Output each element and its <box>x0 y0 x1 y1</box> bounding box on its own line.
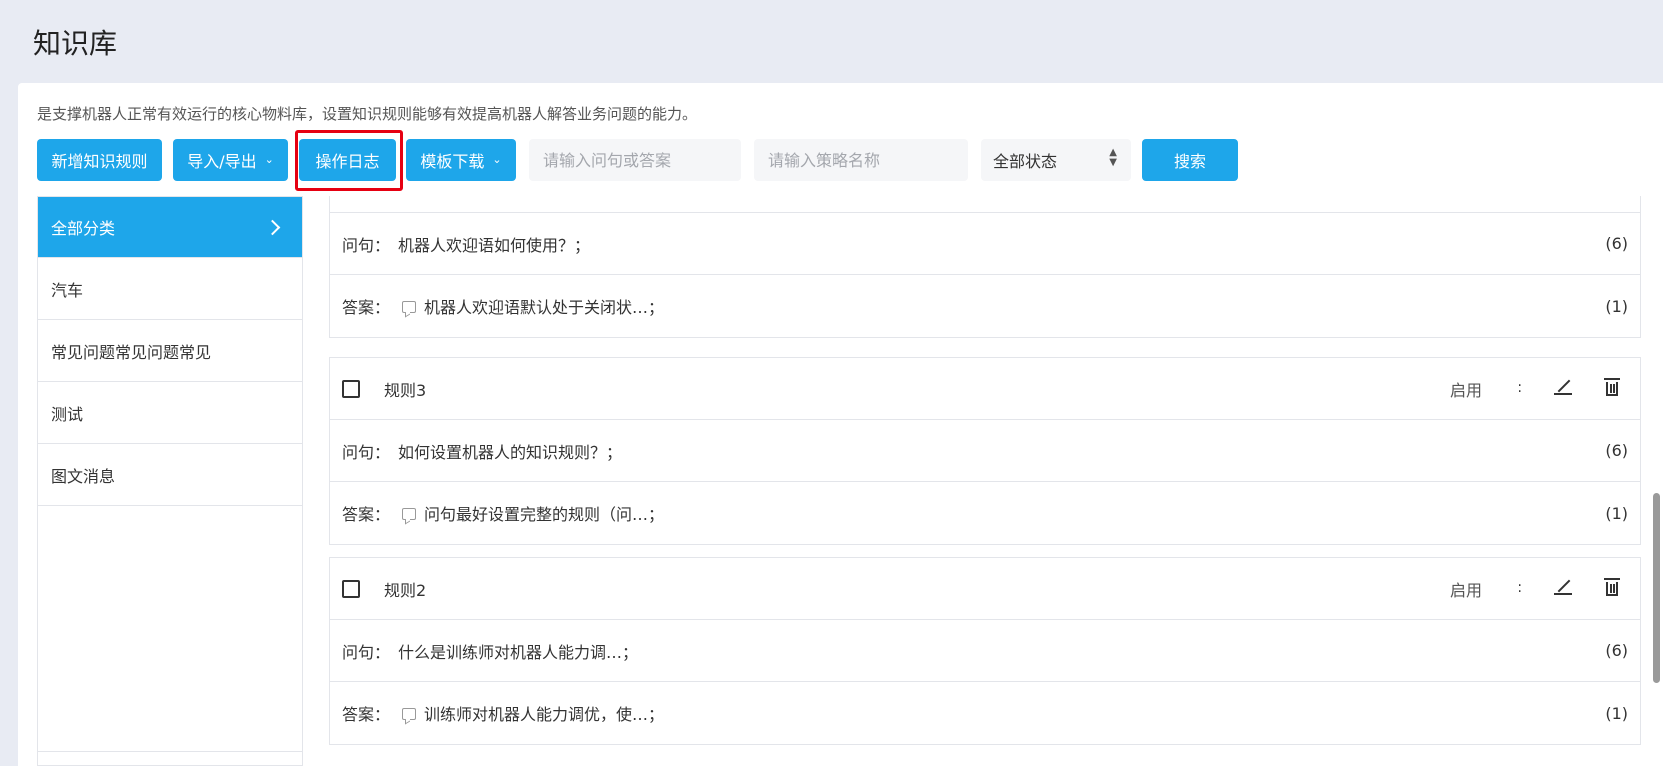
sidebar-item-label: 测试 <box>51 404 84 424</box>
answer-row[interactable]: 答案： 机器人欢迎语默认处于关闭状…； (1) <box>330 275 1640 337</box>
sidebar-item-label: 图文消息 <box>51 466 116 486</box>
question-row[interactable]: 问句： 机器人欢迎语如何使用？； (6) <box>330 213 1640 275</box>
search-button[interactable]: 搜索 <box>1142 139 1238 181</box>
vertical-scrollbar[interactable] <box>1653 493 1660 683</box>
answer-count: (1) <box>1605 296 1628 316</box>
question-text: 机器人欢迎语如何使用？； <box>398 235 591 255</box>
rule-name: 规则3 <box>384 380 427 400</box>
question-count: (6) <box>1605 234 1628 253</box>
question-text: 什么是训练师对机器人能力调…； <box>398 642 639 662</box>
rule-card: 规则3 启用 · · 问句： 如何设置机器人的知识规则？； (6) 答案： 问句最… <box>329 357 1641 545</box>
chevron-right-icon <box>264 219 281 236</box>
rule-status: 启用 <box>1449 380 1482 400</box>
search-label: 搜索 <box>1173 152 1206 171</box>
answer-text: 问句最好设置完整的规则（问…； <box>424 505 665 524</box>
updown-icon: ▲ ▼ <box>1109 147 1117 168</box>
rule-checkbox[interactable] <box>342 379 360 398</box>
sidebar-item-label: 常见问题常见问题常见 <box>51 342 212 362</box>
rule-list: 问句： 机器人欢迎语如何使用？； (6) 答案： 机器人欢迎语默认处于关闭状…；… <box>329 196 1641 766</box>
delete-icon[interactable] <box>1604 577 1620 600</box>
rule-checkbox[interactable] <box>342 579 360 598</box>
category-sidebar: 全部分类 汽车 常见问题常见问题常见 测试 图文消息 <box>37 196 303 766</box>
question-text: 如何设置机器人的知识规则？； <box>398 442 623 462</box>
question-search-input[interactable] <box>529 139 741 181</box>
chat-bubble-icon <box>402 301 417 313</box>
page-title: 知识库 <box>33 27 118 60</box>
status-toggle-icon[interactable]: · · <box>1518 579 1522 599</box>
answer-label: 答案： <box>342 298 391 317</box>
add-rule-label: 新增知识规则 <box>51 152 148 171</box>
operation-log-label: 操作日志 <box>315 152 380 171</box>
import-export-label: 导入/导出 <box>187 152 257 171</box>
rule-header-row: 规则2 启用 · · <box>330 558 1640 620</box>
page-description: 是支撑机器人正常有效运行的核心物料库，设置知识规则能够有效提高机器人解答业务问题… <box>37 105 698 123</box>
sidebar-item-all[interactable]: 全部分类 <box>38 197 302 258</box>
question-row[interactable]: 问句： 什么是训练师对机器人能力调…； (6) <box>330 620 1640 682</box>
answer-label: 答案： <box>342 505 391 524</box>
question-label: 问句： <box>342 235 391 255</box>
answer-count: (1) <box>1605 703 1628 723</box>
sidebar-item-rich-message[interactable]: 图文消息 <box>38 444 302 506</box>
chat-bubble-icon <box>402 708 417 720</box>
answer-text: 机器人欢迎语默认处于关闭状…； <box>424 298 665 317</box>
sidebar-item-car[interactable]: 汽车 <box>38 258 302 320</box>
sidebar-item-faq[interactable]: 常见问题常见问题常见 <box>38 320 302 382</box>
sidebar-item-label: 全部分类 <box>51 219 116 238</box>
rule-card-header-clipped <box>330 196 1640 213</box>
edit-icon[interactable] <box>1554 577 1572 600</box>
status-toggle-icon[interactable]: · · <box>1518 379 1522 399</box>
question-count: (6) <box>1605 441 1628 460</box>
rule-card: 问句： 机器人欢迎语如何使用？； (6) 答案： 机器人欢迎语默认处于关闭状…；… <box>329 196 1641 338</box>
answer-text: 训练师对机器人能力调优，使…； <box>424 705 665 724</box>
answer-count: (1) <box>1605 503 1628 523</box>
template-download-label: 模板下载 <box>420 152 485 171</box>
question-row[interactable]: 问句： 如何设置机器人的知识规则？； (6) <box>330 420 1640 482</box>
add-rule-button[interactable]: 新增知识规则 <box>37 139 162 181</box>
divider <box>38 751 302 752</box>
edit-icon[interactable] <box>1554 377 1572 400</box>
chevron-down-icon: ⌄ <box>264 152 274 166</box>
rule-name: 规则2 <box>384 580 427 600</box>
rule-card: 规则2 启用 · · 问句： 什么是训练师对机器人能力调…； (6) 答案： 训练… <box>329 557 1641 745</box>
answer-label: 答案： <box>342 705 391 724</box>
operation-log-button[interactable]: 操作日志 <box>299 139 396 181</box>
import-export-button[interactable]: 导入/导出 ⌄ <box>173 139 288 181</box>
strategy-search-input[interactable] <box>754 139 968 181</box>
sidebar-item-label: 汽车 <box>51 280 84 300</box>
status-select-value: 全部状态 <box>993 152 1058 171</box>
question-label: 问句： <box>342 642 391 662</box>
question-count: (6) <box>1605 641 1628 660</box>
chevron-down-icon: ⌄ <box>492 152 502 166</box>
sidebar-item-test[interactable]: 测试 <box>38 382 302 444</box>
status-select[interactable]: 全部状态 ▲ ▼ <box>981 139 1131 181</box>
rule-header-row: 规则3 启用 · · <box>330 358 1640 420</box>
delete-icon[interactable] <box>1604 377 1620 400</box>
rule-status: 启用 <box>1449 580 1482 600</box>
answer-row[interactable]: 答案： 问句最好设置完整的规则（问…； (1) <box>330 482 1640 544</box>
template-download-button[interactable]: 模板下载 ⌄ <box>406 139 516 181</box>
answer-row[interactable]: 答案： 训练师对机器人能力调优，使…； (1) <box>330 682 1640 744</box>
question-label: 问句： <box>342 442 391 462</box>
chat-bubble-icon <box>402 508 417 520</box>
